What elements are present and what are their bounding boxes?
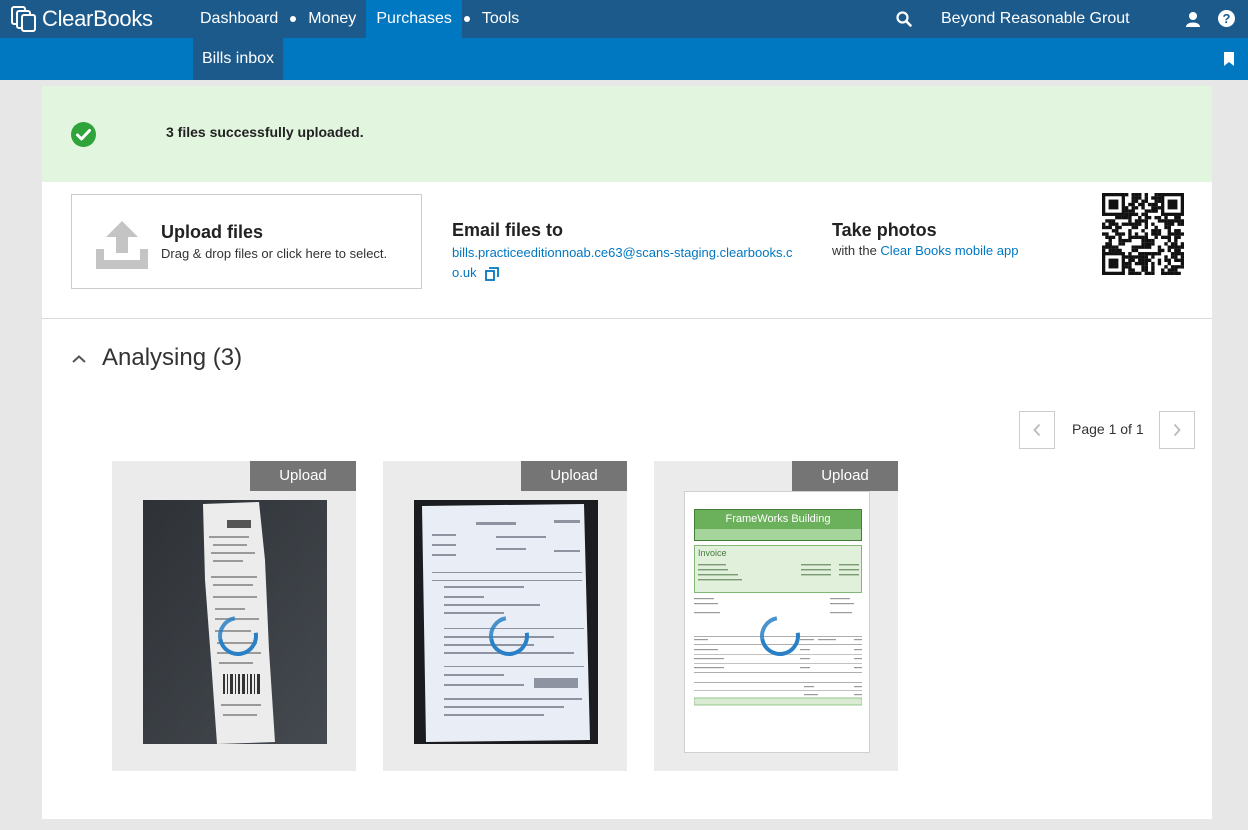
brand-name: ClearBooks xyxy=(42,6,153,31)
take-photos-prefix: with the xyxy=(832,243,881,258)
section-divider xyxy=(42,318,1212,319)
qr-code xyxy=(1102,193,1184,275)
pager-status: Page 1 of 1 xyxy=(1072,421,1144,437)
success-banner: 3 files successfully uploaded. xyxy=(42,86,1212,182)
nav-dashboard[interactable]: Dashboard xyxy=(190,0,288,38)
invoice-company-name: FrameWorks Building xyxy=(725,513,831,525)
mobile-app-link[interactable]: Clear Books mobile app xyxy=(880,243,1018,258)
clearbooks-logo[interactable]: ClearBooks xyxy=(10,4,153,34)
bills-inbox-card: 3 files successfully uploaded. Upload fi… xyxy=(42,86,1212,819)
email-files-title: Email files to xyxy=(452,220,564,240)
user-icon[interactable] xyxy=(1185,11,1201,27)
success-message: 3 files successfully uploaded. xyxy=(166,124,364,140)
help-icon[interactable]: ? xyxy=(1218,10,1235,27)
nav-purchases[interactable]: Purchases xyxy=(366,0,462,38)
upload-button[interactable]: Upload xyxy=(792,461,898,491)
upload-files-subtitle: Drag & drop files or click here to selec… xyxy=(161,246,388,261)
chevron-right-icon xyxy=(1173,423,1181,437)
top-navigation-bar: ClearBooks Dashboard Money Purchases Too… xyxy=(0,0,1248,38)
nav-separator xyxy=(463,16,470,22)
upload-files-dropzone[interactable]: Upload files Drag & drop files or click … xyxy=(71,194,422,289)
subnav-bills-inbox[interactable]: Bills inbox xyxy=(193,38,284,80)
sub-navigation-bar: Bills inbox xyxy=(0,38,1248,80)
logo-icon xyxy=(11,6,36,32)
nav-separator xyxy=(290,16,297,22)
company-name[interactable]: Beyond Reasonable Grout xyxy=(941,0,1130,38)
upload-button[interactable]: Upload xyxy=(521,461,627,491)
invoice-header-lines xyxy=(698,564,859,581)
nav-money[interactable]: Money xyxy=(298,0,366,38)
invoice-company-strip xyxy=(695,529,861,540)
pager-prev-button[interactable] xyxy=(1019,411,1055,449)
bill-thumbnail[interactable]: Upload xyxy=(112,461,356,771)
email-address-text[interactable]: bills.practiceeditionnoab.ce63@scans-sta… xyxy=(452,245,793,280)
take-photos-title: Take photos xyxy=(832,220,937,240)
success-check-icon xyxy=(71,122,96,147)
search-icon[interactable] xyxy=(896,11,912,27)
main-nav: Dashboard Money Purchases Tools xyxy=(190,0,529,38)
upload-button[interactable]: Upload xyxy=(250,461,356,491)
chevron-left-icon xyxy=(1033,423,1041,437)
bill-thumbnail[interactable]: Upload FrameWorks Building Invoice xyxy=(654,461,898,771)
upload-icon xyxy=(96,221,148,269)
bill-thumbnail[interactable]: Upload xyxy=(383,461,627,771)
upload-files-title: Upload files xyxy=(161,222,264,242)
invoice-header-box: Invoice xyxy=(694,545,862,593)
bookmark-icon[interactable] xyxy=(1223,52,1235,66)
nav-tools[interactable]: Tools xyxy=(472,0,529,38)
pager-next-button[interactable] xyxy=(1159,411,1195,449)
email-address: bills.practiceeditionnoab.ce63@scans-sta… xyxy=(452,243,802,283)
take-photos-subtitle: with the Clear Books mobile app xyxy=(832,243,1018,258)
invoice-company-banner: FrameWorks Building xyxy=(694,509,862,541)
copy-icon[interactable] xyxy=(484,266,499,281)
analysing-section-title[interactable]: Analysing (3) xyxy=(102,344,242,372)
chevron-up-icon[interactable] xyxy=(71,354,87,364)
